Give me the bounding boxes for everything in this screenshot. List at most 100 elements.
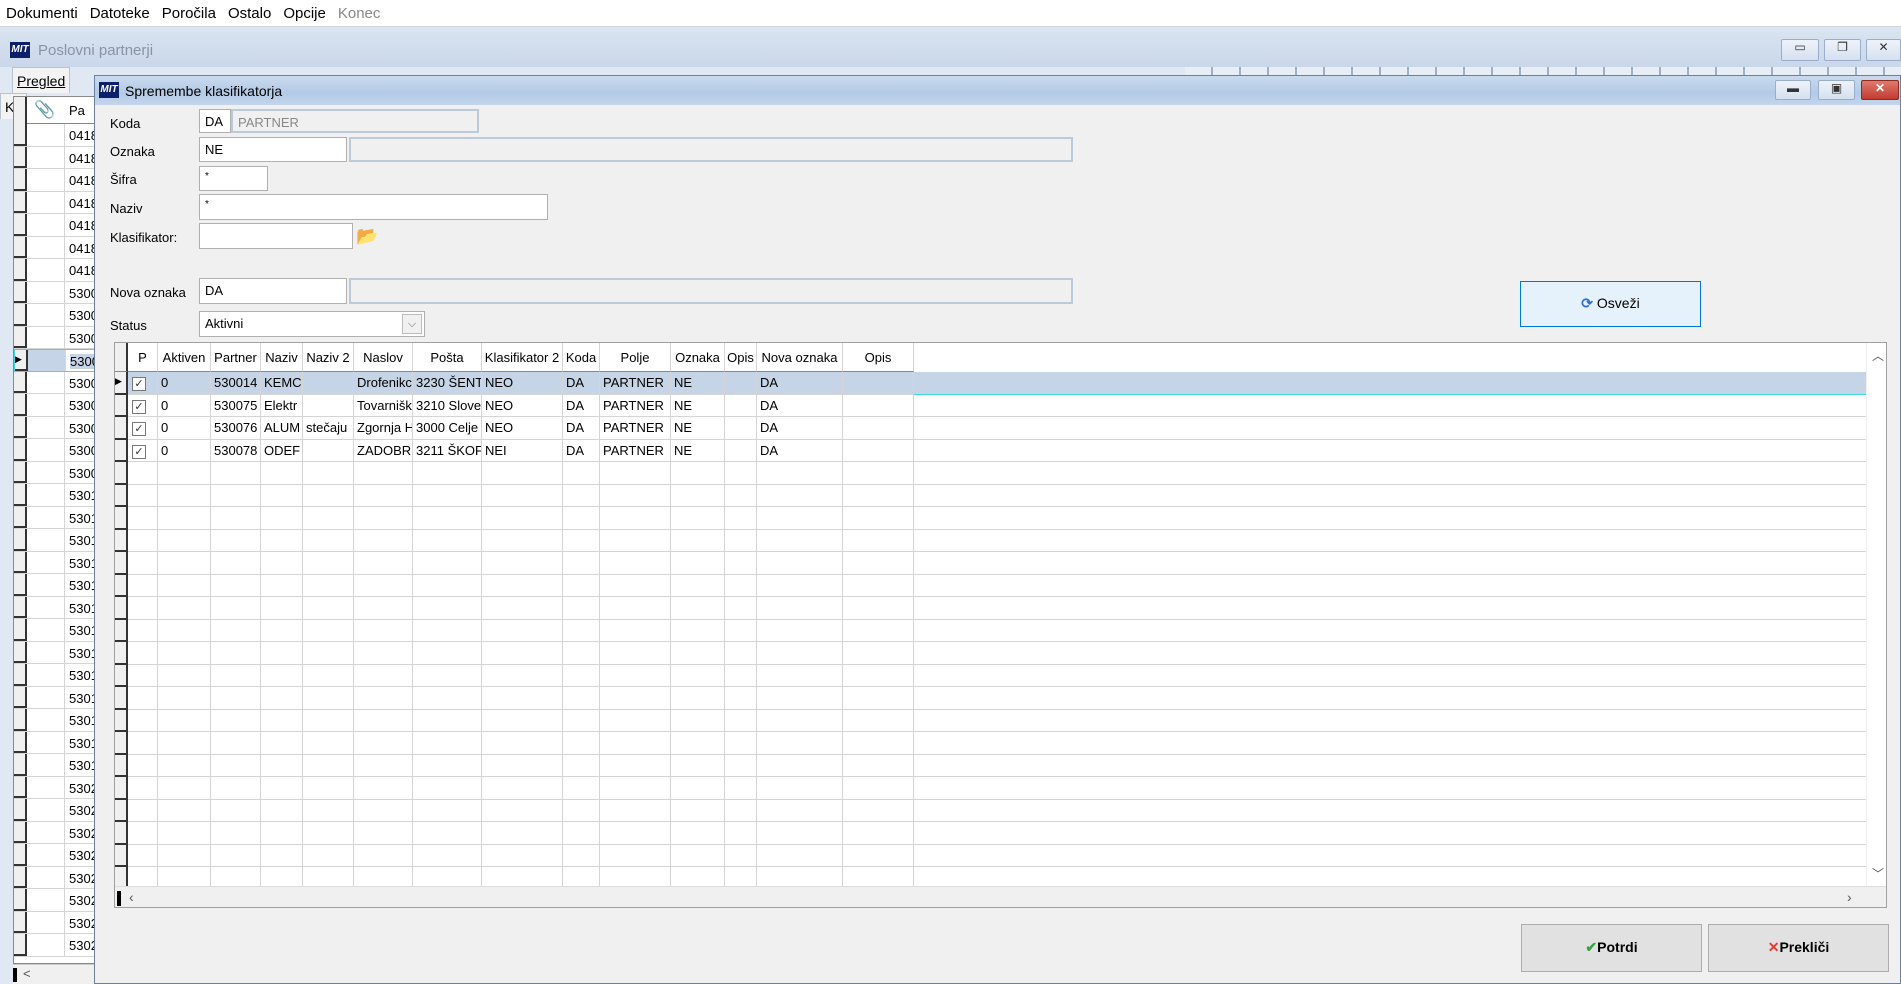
oznaka-input[interactable]: NE	[199, 137, 347, 162]
grid-cell[interactable]	[843, 417, 914, 440]
folder-open-icon[interactable]: 📂	[356, 225, 379, 247]
grid-cell[interactable]: PARTNER	[600, 372, 671, 395]
column-header[interactable]: Partner	[211, 343, 261, 372]
refresh-button[interactable]: ⟳ Osveži	[1520, 281, 1701, 327]
grid-cell[interactable]: DA	[563, 372, 600, 395]
row-indicator[interactable]	[115, 844, 128, 867]
row-indicator[interactable]	[115, 439, 128, 462]
menu-opcije[interactable]: Opcije	[277, 0, 332, 22]
row-indicator[interactable]	[115, 664, 128, 687]
bg-horizontal-scrollbar[interactable]: <	[13, 964, 95, 984]
grid-cell[interactable]	[725, 439, 757, 462]
grid-cell[interactable]: 530076	[211, 417, 261, 440]
grid-cell[interactable]: ✓	[128, 372, 158, 395]
bg-table-row[interactable]: 0418	[14, 169, 94, 192]
checkbox[interactable]: ✓	[132, 444, 146, 459]
bg-table-row[interactable]: 5301	[14, 686, 94, 709]
bg-table-row[interactable]: 5302	[14, 776, 94, 799]
grid-cell[interactable]: 3000 Celje	[413, 417, 482, 440]
tab-pregled[interactable]: Pregled	[12, 67, 71, 93]
grid-cell[interactable]: 3210 Slove	[413, 394, 482, 417]
column-header[interactable]: Opis	[843, 343, 914, 372]
checkbox[interactable]: ✓	[132, 377, 146, 391]
bg-table-row[interactable]: 5302	[14, 799, 94, 822]
scroll-left-icon[interactable]: ‹	[129, 889, 134, 905]
grid-cell[interactable]: stečaju	[303, 417, 354, 440]
grid-cell[interactable]: ALUM	[261, 417, 303, 440]
grid-cell[interactable]: DA	[757, 439, 843, 462]
row-indicator[interactable]	[115, 777, 128, 800]
grid-cell[interactable]: ✓	[128, 439, 158, 462]
bg-table-row[interactable]: 5300	[14, 281, 94, 304]
bg-table-row[interactable]: 5302	[14, 844, 94, 867]
grid-cell[interactable]: DA	[757, 417, 843, 440]
row-indicator[interactable]: ▶	[115, 372, 128, 395]
bg-table-row[interactable]: 5300	[14, 439, 94, 462]
bg-table-row[interactable]: 5301	[14, 731, 94, 754]
chevron-down-icon[interactable]: ⌵	[402, 314, 422, 334]
bg-table-row[interactable]: ▶ 5300	[14, 349, 94, 372]
grid-cell[interactable]: DA	[563, 417, 600, 440]
bg-table-row[interactable]: 5300	[14, 416, 94, 439]
row-indicator[interactable]	[115, 462, 128, 485]
row-indicator[interactable]	[115, 822, 128, 845]
grid-cell[interactable]: 530014	[211, 372, 261, 395]
grid-cell[interactable]: 3211 ŠKOF	[413, 439, 482, 462]
scroll-right-icon[interactable]: ›	[1847, 889, 1852, 905]
koda-input[interactable]: DA	[199, 109, 231, 133]
naziv-input[interactable]: *	[199, 194, 548, 220]
row-indicator[interactable]	[115, 552, 128, 575]
bg-table-row[interactable]: 0418	[14, 259, 94, 282]
column-header[interactable]: Pošta	[413, 343, 482, 372]
grid-cell[interactable]: NE	[671, 417, 725, 440]
menu-ostalo[interactable]: Ostalo	[222, 0, 277, 22]
confirm-button[interactable]: ✔Potrdi	[1521, 924, 1702, 972]
bg-table-row[interactable]: 5301	[14, 664, 94, 687]
grid-cell[interactable]: NE	[671, 439, 725, 462]
grid-cell[interactable]: PARTNER	[600, 417, 671, 440]
row-indicator[interactable]	[115, 709, 128, 732]
bg-table-row[interactable]: 5301	[14, 709, 94, 732]
grid-cell[interactable]: NE	[671, 394, 725, 417]
grid-cell[interactable]: DA	[563, 439, 600, 462]
cancel-button[interactable]: ✕Prekliči	[1708, 924, 1889, 972]
grid-cell[interactable]: 530075	[211, 394, 261, 417]
grid-cell[interactable]: PARTNER	[600, 439, 671, 462]
grid-cell[interactable]: KEMC	[261, 372, 303, 395]
grid-cell[interactable]: NE	[671, 372, 725, 395]
grid-cell[interactable]: Tovarnišk	[354, 394, 413, 417]
grid-cell[interactable]: NEO	[482, 417, 563, 440]
bg-table-row[interactable]: 0418	[14, 214, 94, 237]
bg-table-row[interactable]: 0418	[14, 236, 94, 259]
grid-cell[interactable]: Elektr	[261, 394, 303, 417]
grid-cell[interactable]: ✓	[128, 417, 158, 440]
bg-table-row[interactable]: 5302	[14, 934, 94, 957]
bg-table-row[interactable]: 0418	[14, 146, 94, 169]
row-indicator[interactable]	[115, 417, 128, 440]
bg-table-row[interactable]: 5302	[14, 866, 94, 889]
scroll-down-icon[interactable]: ﹀	[1872, 865, 1884, 882]
column-header[interactable]: Opis	[725, 343, 757, 372]
row-indicator[interactable]	[115, 642, 128, 665]
row-indicator[interactable]	[115, 687, 128, 710]
vertical-scrollbar[interactable]: ︿ ﹀	[1866, 343, 1886, 886]
grid-cell[interactable]: NEO	[482, 394, 563, 417]
bg-table-row[interactable]: 5302	[14, 821, 94, 844]
grid-cell[interactable]	[725, 394, 757, 417]
column-header[interactable]: Aktiven	[158, 343, 211, 372]
bg-table-row[interactable]: 5301	[14, 641, 94, 664]
sifra-input[interactable]: *	[199, 166, 268, 191]
column-header[interactable]: Koda	[563, 343, 600, 372]
grid-cell[interactable]	[725, 372, 757, 395]
minimize-button[interactable]: ▬	[1775, 80, 1811, 100]
grid-cell[interactable]	[725, 417, 757, 440]
grid-cell[interactable]: Zgornja H	[354, 417, 413, 440]
row-indicator[interactable]	[115, 799, 128, 822]
grid-cell[interactable]: 530078	[211, 439, 261, 462]
checkbox[interactable]: ✓	[132, 399, 146, 414]
grid-cell[interactable]	[303, 439, 354, 462]
menu-konec[interactable]: Konec	[332, 0, 387, 22]
grid-cell[interactable]: ZADOBR	[354, 439, 413, 462]
bg-minimize-button[interactable]: ▭	[1781, 39, 1819, 61]
scroll-up-icon[interactable]: ︿	[1872, 347, 1884, 364]
